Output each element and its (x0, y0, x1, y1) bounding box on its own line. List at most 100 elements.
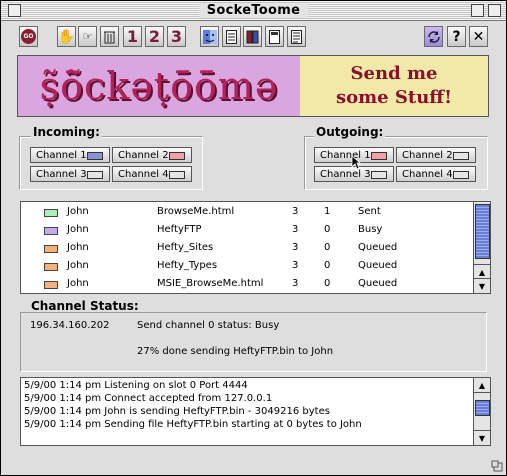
help-icon: ? (452, 28, 461, 45)
incoming-channel-2-button[interactable]: Channel 2 (112, 147, 192, 163)
go-icon: GO (21, 29, 36, 44)
transfer-list-scrollbar[interactable]: ▲ ▼ (473, 202, 490, 293)
resize-grip-icon[interactable] (491, 460, 505, 474)
outgoing-channel-4-button[interactable]: Channel 4 (396, 166, 476, 182)
mouse-pointer-icon (351, 155, 361, 170)
scroll-down-icon[interactable]: ▼ (474, 430, 490, 445)
scroll-down-icon[interactable]: ▼ (474, 278, 490, 293)
title-bar[interactable]: SockeToome (1, 1, 506, 21)
log-line: 5/9/00 1:14 pm Connect accepted from 127… (24, 393, 273, 404)
channel-label: Channel 3 (36, 168, 87, 180)
go-button[interactable]: GO (19, 26, 38, 47)
log-scrollbar[interactable]: ▲ ▼ (473, 378, 490, 445)
scroll-up-icon[interactable]: ▲ (474, 378, 490, 393)
table-row[interactable]: John HeftyFTP 3 0 Busy (21, 221, 473, 239)
list-document-icon (226, 29, 237, 44)
outgoing-channel-2-button[interactable]: Channel 2 (396, 147, 476, 163)
trash-button[interactable] (100, 26, 119, 47)
channel-status-label: Channel Status: (29, 299, 141, 313)
incoming-channel-4-button[interactable]: Channel 4 (112, 166, 192, 182)
channel-3-button[interactable]: 3 (167, 26, 186, 47)
finder-button[interactable] (200, 26, 219, 47)
incoming-channel-1-button[interactable]: Channel 1 (30, 147, 110, 163)
row-status: Busy (358, 224, 383, 235)
row-file: Hefty_Types (157, 260, 218, 271)
channel-color-swatch (169, 171, 185, 179)
channel-color-swatch (453, 152, 469, 160)
send-me-stuff-panel[interactable]: Send me some Stuff! (300, 56, 488, 116)
books-button[interactable] (243, 26, 262, 47)
row-count-b: 1 (324, 206, 331, 217)
number-2-icon: 2 (148, 27, 161, 46)
channel-label: Channel 2 (402, 149, 453, 161)
status-progress: 27% done sending HeftyFTP.bin to John (137, 346, 334, 357)
number-3-icon: 3 (170, 27, 183, 46)
page-button[interactable] (265, 26, 284, 47)
row-count-a: 3 (292, 260, 299, 271)
sockettome-logo: ṣ̃ō̃ckəṭō̄ō̄mə (18, 56, 300, 116)
scroll-up-icon[interactable]: ▲ (474, 264, 490, 279)
channel-label: Channel 2 (118, 149, 169, 161)
row-status: Queued (358, 278, 398, 289)
logo-text: ṣ̃ō̃ckəṭō̄ō̄mə (39, 64, 279, 108)
notes-icon (291, 29, 302, 44)
channel-2-button[interactable]: 2 (145, 26, 164, 47)
toolbar: GO ✋ ☞ 1 2 3 ? ✕ (1, 21, 506, 53)
books-icon (246, 30, 258, 43)
channel-color-swatch (169, 152, 185, 160)
scroll-thumb[interactable] (475, 400, 490, 416)
hand-icon: ✋ (57, 28, 76, 45)
row-color-swatch (44, 245, 58, 253)
channel-color-swatch (371, 171, 387, 179)
status-ip: 196.34.160.202 (30, 320, 110, 331)
row-user: John (67, 260, 89, 271)
help-button[interactable]: ? (447, 26, 466, 47)
channel-1-button[interactable]: 1 (123, 26, 142, 47)
list-document-button[interactable] (222, 26, 241, 47)
app-window: SockeToome GO ✋ ☞ 1 2 3 ? ✕ ṣ̃ō̃ckəṭō̄ō̄… (0, 0, 507, 476)
row-count-a: 3 (292, 224, 299, 235)
finder-icon (202, 29, 217, 44)
number-1-icon: 1 (126, 27, 139, 46)
sync-button[interactable] (424, 26, 443, 47)
zoom-box-icon[interactable] (471, 4, 484, 17)
transfer-list[interactable]: John BrowseMe.html 3 1 Sent John HeftyFT… (20, 201, 491, 294)
notes-button[interactable] (287, 26, 306, 47)
table-row[interactable]: John BrowseMe.html 3 1 Sent (21, 203, 473, 221)
row-user: John (67, 206, 89, 217)
incoming-channel-3-button[interactable]: Channel 3 (30, 166, 110, 182)
hand-document-button[interactable]: ☞ (78, 26, 97, 47)
table-row[interactable]: John Hefty_Types 3 0 Queued (21, 257, 473, 275)
hand-button[interactable]: ✋ (57, 26, 76, 47)
scroll-thumb[interactable] (475, 204, 490, 259)
row-status: Queued (358, 260, 398, 271)
banner[interactable]: ṣ̃ō̃ckəṭō̄ō̄mə Send me some Stuff! (17, 55, 489, 117)
channel-color-swatch (453, 171, 469, 179)
close-button[interactable]: ✕ (469, 26, 488, 47)
row-file: BrowseMe.html (157, 206, 235, 217)
row-user: John (67, 278, 89, 289)
channel-label: Channel 1 (36, 149, 87, 161)
row-count-b: 0 (324, 260, 331, 271)
channel-label: Channel 3 (320, 168, 371, 180)
row-count-b: 0 (324, 224, 331, 235)
row-count-b: 0 (324, 242, 331, 253)
channel-color-swatch (371, 152, 387, 160)
close-icon: ✕ (472, 28, 485, 45)
row-color-swatch (44, 209, 58, 217)
row-file: MSIE_BrowseMe.html (157, 278, 264, 289)
table-row[interactable]: John MSIE_BrowseMe.html 3 0 Queued (21, 275, 473, 293)
close-box-icon[interactable] (8, 4, 21, 17)
outgoing-label: Outgoing: (314, 125, 386, 139)
collapse-box-icon[interactable] (488, 4, 501, 17)
row-file: HeftyFTP (157, 224, 202, 235)
row-color-swatch (44, 281, 58, 289)
row-count-a: 3 (292, 242, 299, 253)
row-status: Sent (358, 206, 381, 217)
page-icon (269, 29, 280, 44)
table-row[interactable]: John Hefty_Sites 3 0 Queued (21, 239, 473, 257)
log-line: 5/9/00 1:14 pm Listening on slot 0 Port … (24, 380, 248, 391)
hand-document-icon: ☞ (82, 30, 93, 43)
activity-log[interactable]: 5/9/00 1:14 pm Listening on slot 0 Port … (20, 377, 491, 446)
sync-icon (427, 30, 440, 43)
